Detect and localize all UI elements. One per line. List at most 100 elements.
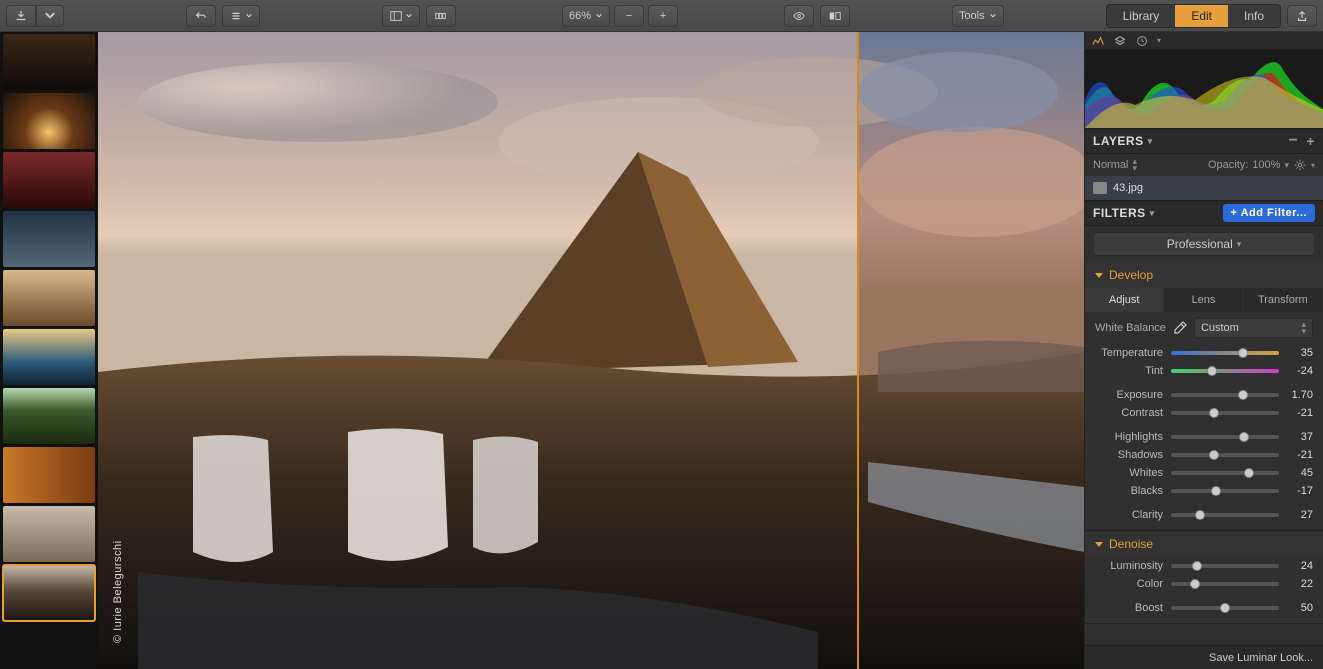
filters-header[interactable]: FILTERS ▾ + Add Filter... [1085,200,1323,226]
remove-layer-button[interactable]: − [1288,136,1298,146]
contrast-track[interactable] [1171,411,1279,415]
color-track[interactable] [1171,582,1279,586]
chevron-down-icon: ▾ [1237,239,1242,250]
thumb-4[interactable] [3,211,95,267]
exposure-slider: Exposure 1.70 [1085,386,1323,404]
blacks-value[interactable]: -17 [1287,485,1313,497]
denoise-header[interactable]: Denoise [1085,531,1323,557]
thumb-6[interactable] [3,329,95,385]
luminosity-value[interactable]: 24 [1287,560,1313,572]
exposure-value[interactable]: 1.70 [1287,389,1313,401]
shadows-track[interactable] [1171,453,1279,457]
blacks-track[interactable] [1171,489,1279,493]
slider-knob[interactable] [1239,432,1249,442]
slider-knob[interactable] [1190,579,1200,589]
tab-lens[interactable]: Lens [1164,288,1243,312]
undo-button[interactable] [186,5,216,27]
thumb-2[interactable] [3,93,95,149]
triangle-down-icon [1095,542,1103,547]
zoom-level-dropdown[interactable]: 66% [562,5,610,27]
clarity-value[interactable]: 27 [1287,509,1313,521]
history-dropdown[interactable] [222,5,260,27]
import-button[interactable] [6,5,36,27]
zoom-in-button[interactable]: + [648,5,678,27]
temperature-track[interactable] [1171,351,1279,355]
layers-header[interactable]: LAYERS ▾ − + [1085,128,1323,154]
tools-dropdown[interactable]: Tools [952,5,1004,27]
tint-slider: Tint -24 [1085,362,1323,380]
compare-split-button[interactable] [820,5,850,27]
wb-preset-dropdown[interactable]: Custom ▴▾ [1194,318,1313,338]
whites-track[interactable] [1171,471,1279,475]
develop-header[interactable]: Develop [1085,262,1323,288]
photo-credit: © Iurie Belegurschi [112,540,124,643]
canvas[interactable]: © Iurie Belegurschi [98,32,1084,669]
tab-edit[interactable]: Edit [1175,5,1228,27]
highlights-value[interactable]: 37 [1287,431,1313,443]
add-filter-button[interactable]: + Add Filter... [1223,204,1315,222]
clock-icon[interactable] [1135,34,1149,48]
opacity-label: Opacity: [1208,159,1248,171]
slider-knob[interactable] [1244,468,1254,478]
contrast-value[interactable]: -21 [1287,407,1313,419]
filter-preset-dropdown[interactable]: Professional ▾ [1093,232,1315,256]
layers-icon[interactable] [1113,34,1127,48]
color-value[interactable]: 22 [1287,578,1313,590]
thumb-9[interactable] [3,506,95,562]
highlights-track[interactable] [1171,435,1279,439]
save-look-button[interactable]: Save Luminar Look... [1085,645,1323,669]
slider-knob[interactable] [1238,390,1248,400]
tab-adjust[interactable]: Adjust [1085,288,1164,312]
stepper-icon[interactable]: ▴▾ [1132,158,1137,172]
filters-scroll[interactable]: Develop Adjust Lens Transform White Bala… [1085,262,1323,645]
zoom-out-button[interactable]: − [614,5,644,27]
exposure-track[interactable] [1171,393,1279,397]
thumb-5[interactable] [3,270,95,326]
preview-original-button[interactable] [784,5,814,27]
slider-knob[interactable] [1207,366,1217,376]
slider-knob[interactable] [1195,510,1205,520]
boost-value[interactable]: 50 [1287,602,1313,614]
thumb-10[interactable] [3,565,95,621]
tint-value[interactable]: -24 [1287,365,1313,377]
histogram[interactable] [1085,50,1323,128]
eyedropper-button[interactable] [1172,320,1188,336]
filmstrip [0,32,98,669]
slider-knob[interactable] [1220,603,1230,613]
panel-layout-button[interactable] [382,5,420,27]
thumb-1[interactable] [3,34,95,90]
undo-icon [194,9,208,23]
thumb-3[interactable] [3,152,95,208]
luminosity-track[interactable] [1171,564,1279,568]
whites-value[interactable]: 45 [1287,467,1313,479]
tab-library[interactable]: Library [1107,5,1176,27]
histogram-icon[interactable] [1091,34,1105,48]
clarity-track[interactable] [1171,513,1279,517]
slider-knob[interactable] [1192,561,1202,571]
boost-track[interactable] [1171,606,1279,610]
shadows-value[interactable]: -21 [1287,449,1313,461]
gear-icon[interactable] [1293,158,1307,172]
tab-info[interactable]: Info [1228,5,1280,27]
tint-track[interactable] [1171,369,1279,373]
opacity-value[interactable]: 100% [1252,159,1280,171]
filmstrip-toggle-button[interactable] [426,5,456,27]
layer-item[interactable]: 43.jpg [1085,176,1323,200]
shadows-slider: Shadows -21 [1085,446,1323,464]
contrast-slider: Contrast -21 [1085,404,1323,422]
slider-knob[interactable] [1209,408,1219,418]
temperature-value[interactable]: 35 [1287,347,1313,359]
thumb-8[interactable] [3,447,95,503]
share-button[interactable] [1287,5,1317,27]
compare-split-handle[interactable] [857,32,859,669]
tab-transform[interactable]: Transform [1244,288,1323,312]
add-layer-button[interactable]: + [1306,136,1315,146]
slider-knob[interactable] [1209,450,1219,460]
import-dropdown[interactable] [36,5,64,27]
blend-mode-dropdown[interactable]: Normal [1093,159,1128,171]
thumb-7[interactable] [3,388,95,444]
slider-knob[interactable] [1238,348,1248,358]
slider-knob[interactable] [1211,486,1221,496]
stepper-icon: ▴▾ [1301,321,1306,335]
chevron-down-icon [989,9,997,23]
